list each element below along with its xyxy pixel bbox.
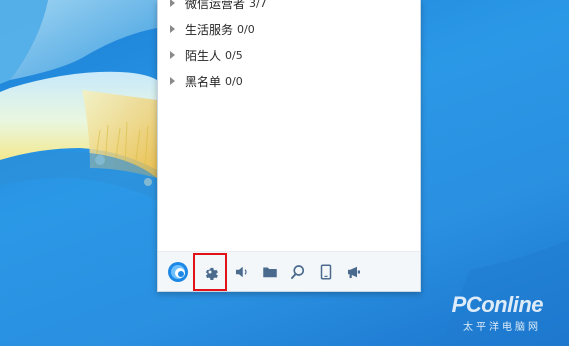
group-item[interactable]: 黑名单 0/0 <box>158 68 420 94</box>
group-count: 0/0 <box>237 22 255 36</box>
main-menu-button[interactable] <box>164 258 192 286</box>
search-icon <box>291 264 305 279</box>
group-name: 陌生人 <box>185 48 222 63</box>
group-item[interactable]: 生活服务 0/0 <box>158 16 420 42</box>
caret-right-icon <box>170 25 175 33</box>
group-item[interactable]: 陌生人 0/5 <box>158 42 420 68</box>
group-name: 生活服务 <box>185 22 234 37</box>
pconline-watermark: PConline 太平洋电脑网 <box>433 292 544 333</box>
group-count: 3/7 <box>249 0 267 10</box>
group-name: 微信运营者 <box>185 0 246 11</box>
search-button[interactable] <box>284 258 312 286</box>
group-count: 0/5 <box>225 48 243 62</box>
group-name: 黑名单 <box>185 74 222 89</box>
gear-icon <box>205 267 218 280</box>
folder-icon <box>263 267 277 277</box>
sound-button[interactable] <box>228 258 256 286</box>
file-manager-button[interactable] <box>256 258 284 286</box>
megaphone-icon <box>348 266 360 278</box>
caret-right-icon <box>170 77 175 85</box>
qq-contact-panel: 微信运营者 3/7 生活服务 0/0 陌生人 0/5 黑名单 0/0 <box>157 0 421 292</box>
tablet-icon <box>320 264 332 279</box>
speaker-icon <box>236 266 247 277</box>
settings-button[interactable] <box>193 252 227 291</box>
group-count: 0/0 <box>225 74 243 88</box>
device-button[interactable] <box>312 258 340 286</box>
caret-right-icon <box>170 0 175 7</box>
announcement-button[interactable] <box>340 258 368 286</box>
bottom-toolbar <box>158 251 420 291</box>
qq-logo-icon <box>168 261 188 282</box>
caret-right-icon <box>170 51 175 59</box>
contact-groups-list: 微信运营者 3/7 生活服务 0/0 陌生人 0/5 黑名单 0/0 <box>158 0 420 94</box>
watermark-logo: PConline <box>451 292 544 317</box>
group-item[interactable]: 微信运营者 3/7 <box>158 0 420 16</box>
watermark-subtitle: 太平洋电脑网 <box>463 322 541 333</box>
